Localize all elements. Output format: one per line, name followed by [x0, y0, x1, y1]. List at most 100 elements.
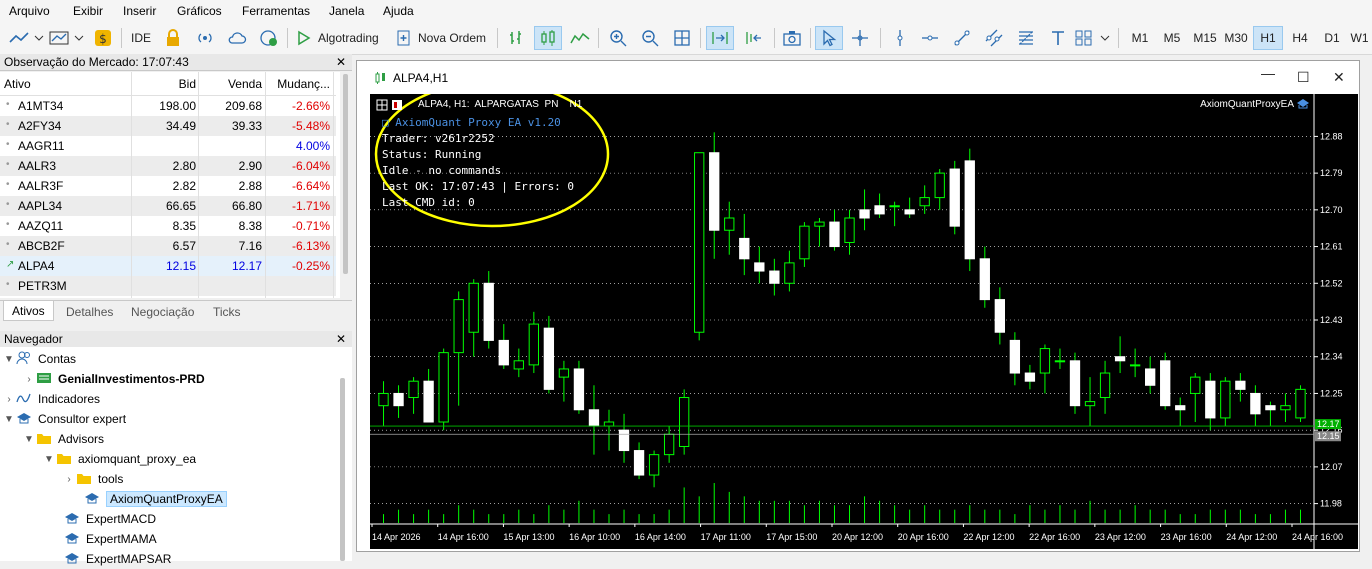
menu-exibir[interactable]: Exibir [73, 4, 103, 18]
tree-indicadores[interactable]: › Indicadores [2, 389, 100, 409]
chart-header: ALPA4, H1: ALPARGATAS PN N1 [418, 99, 583, 110]
col-venda[interactable]: Venda [228, 77, 262, 91]
tree-advisors[interactable]: ▼ Advisors [22, 429, 104, 449]
table-row[interactable]: • A1MT34 198.00 209.68 -2.66% [0, 96, 336, 116]
screenshot-icon[interactable] [780, 26, 804, 50]
col-mudanca[interactable]: Mudanç... [277, 77, 330, 91]
chart-shift-icon[interactable] [740, 26, 768, 50]
fibonacci-icon[interactable] [1014, 26, 1038, 50]
expert-icon[interactable] [1296, 98, 1310, 113]
dollar-icon[interactable]: $ [92, 26, 114, 50]
market-watch-scrollbar[interactable] [340, 72, 352, 298]
lock-icon[interactable] [162, 26, 184, 50]
tree-account[interactable]: › GenialInvestimentos-PRD [22, 369, 204, 389]
bar-chart-icon[interactable] [504, 26, 528, 50]
timeframe-d1[interactable]: D1 [1317, 26, 1347, 50]
autoscroll-icon[interactable] [706, 26, 734, 50]
timeframe-h1[interactable]: H1 [1253, 26, 1283, 50]
vps-icon[interactable] [258, 26, 280, 50]
cursor-icon[interactable] [815, 26, 843, 50]
minimize-icon[interactable]: — [1261, 65, 1275, 81]
candle-body [1280, 405, 1291, 411]
price-chart[interactable]: 12.88 12.79 12.70 12.61 12.52 12.43 12.34 12.25… [370, 94, 1358, 549]
text-icon[interactable] [1046, 26, 1070, 50]
tab-negociacao[interactable]: Negociação [131, 305, 194, 319]
line-chart-icon[interactable] [568, 26, 592, 50]
table-row[interactable]: ↗ ALPA4 12.15 12.17 -0.25% [0, 256, 336, 276]
table-row[interactable]: • AAGR11 4.00% [0, 136, 336, 156]
menu-inserir[interactable]: Inserir [123, 4, 156, 18]
price-label: 12.07 [1320, 462, 1343, 472]
candle-body [663, 433, 675, 456]
tree-axiomquant-folder[interactable]: ▼ axiomquant_proxy_ea [42, 449, 196, 469]
vertical-line-icon[interactable] [888, 26, 912, 50]
channel-icon[interactable] [982, 26, 1006, 50]
candle-body [679, 397, 690, 447]
grid-icon[interactable] [670, 26, 694, 50]
close-icon[interactable]: ✕ [1333, 69, 1345, 86]
trendline-icon[interactable] [950, 26, 974, 50]
table-row[interactable]: • A2FY34 34.49 39.33 -5.48% [0, 116, 336, 136]
tab-ticks[interactable]: Ticks [213, 305, 241, 319]
table-row[interactable]: • PETR3M [0, 276, 336, 296]
time-label: 23 Apr 16:00 [1161, 532, 1212, 542]
timeframe-m30[interactable]: M30 [1221, 26, 1251, 50]
tab-ativos[interactable]: Ativos [3, 301, 54, 321]
timeframe-m15[interactable]: M15 [1189, 26, 1221, 50]
bullet-icon: • [6, 219, 10, 230]
timeframe-w1[interactable]: W1 [1347, 26, 1372, 50]
close-icon[interactable]: ✕ [336, 54, 346, 71]
crosshair-icon[interactable] [848, 26, 872, 50]
menu-graficos[interactable]: Gráficos [177, 4, 222, 18]
signal-icon[interactable] [194, 26, 216, 50]
candle-body [1235, 380, 1246, 390]
time-label: 17 Apr 15:00 [766, 532, 817, 542]
templates-icon[interactable] [48, 26, 86, 50]
timeframe-m5[interactable]: M5 [1157, 26, 1187, 50]
col-ativo[interactable]: Ativo [4, 77, 31, 91]
tree-consultor-expert[interactable]: ▼ Consultor expert [2, 409, 126, 429]
symbol-cell: PETR3M [18, 279, 67, 293]
menu-janela[interactable]: Janela [329, 4, 364, 18]
ide-button[interactable]: IDE [128, 26, 154, 50]
timeframe-h4[interactable]: H4 [1285, 26, 1315, 50]
tree-expertmapsar[interactable]: ExpertMAPSAR [50, 549, 171, 569]
tree-expertmacd[interactable]: ExpertMACD [50, 509, 156, 529]
col-bid[interactable]: Bid [179, 77, 196, 91]
expert-icon [64, 531, 80, 548]
candle-body [1084, 401, 1096, 407]
shapes-icon[interactable] [1074, 26, 1112, 50]
cloud-icon[interactable] [226, 26, 248, 50]
maximize-icon[interactable]: ☐ [1297, 69, 1310, 86]
table-row[interactable]: • AAZQ11 8.35 8.38 -0.71% [0, 216, 336, 236]
bullet-icon: • [6, 99, 10, 110]
market-watch-title-text: Observação do Mercado: 17:07:43 [4, 55, 189, 69]
bullet-icon: • [6, 179, 10, 190]
tab-detalhes[interactable]: Detalhes [66, 305, 113, 319]
timeframe-m1[interactable]: M1 [1125, 26, 1155, 50]
menu-arquivo[interactable]: Arquivo [9, 4, 50, 18]
algotrading-button[interactable]: Algotrading [292, 26, 386, 50]
table-row[interactable]: • AALR3F 2.82 2.88 -6.64% [0, 176, 336, 196]
candlestick-icon[interactable] [534, 26, 562, 50]
tree-axiomquantproxyea[interactable]: AxiomQuantProxyEA [70, 489, 227, 509]
ask-cell: 2.90 [238, 159, 262, 173]
tree-tools[interactable]: › tools [62, 469, 123, 489]
tree-contas[interactable]: ▼ Contas [2, 349, 76, 369]
zoom-in-icon[interactable] [606, 26, 630, 50]
close-icon[interactable]: ✕ [336, 331, 346, 348]
table-row[interactable]: • AALR3 2.80 2.90 -6.04% [0, 156, 336, 176]
price-label: 12.43 [1320, 315, 1343, 325]
table-row[interactable]: • ABCB2F 6.57 7.16 -6.13% [0, 236, 336, 256]
navigator-scrollbar[interactable] [340, 378, 345, 561]
nova-ordem-button[interactable]: Nova Ordem [394, 26, 490, 50]
symbol-cell: AALR3 [18, 159, 57, 173]
tree-expertmama[interactable]: ExpertMAMA [50, 529, 157, 549]
chart-type-icon[interactable] [8, 26, 44, 50]
ea-overlay-status: Status: Running [382, 148, 482, 161]
table-row[interactable]: • AAPL34 66.65 66.80 -1.71% [0, 196, 336, 216]
menu-ferramentas[interactable]: Ferramentas [242, 4, 310, 18]
zoom-out-icon[interactable] [638, 26, 662, 50]
menu-ajuda[interactable]: Ajuda [383, 4, 414, 18]
horizontal-line-icon[interactable] [918, 26, 942, 50]
